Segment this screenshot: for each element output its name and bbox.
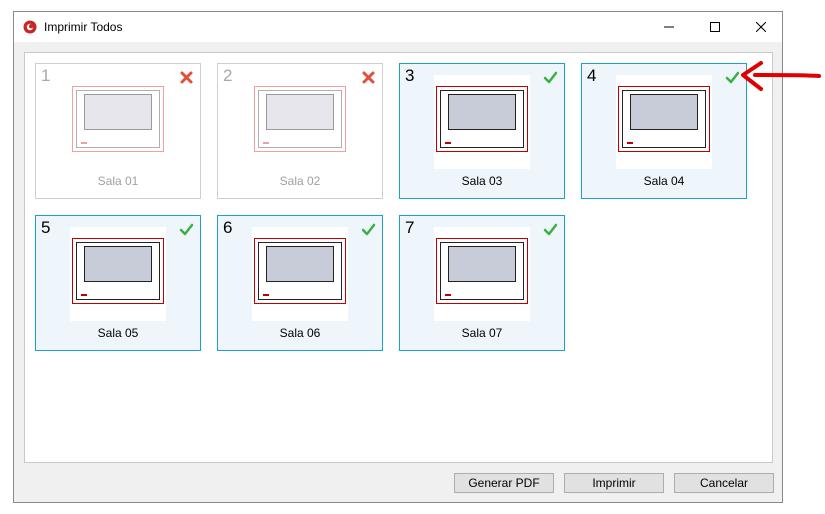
card-number: 2 bbox=[223, 66, 233, 85]
room-thumbnail bbox=[434, 75, 530, 169]
card-label: Sala 02 bbox=[279, 174, 321, 188]
checkmark-icon bbox=[179, 223, 194, 236]
card-number: 7 bbox=[405, 218, 415, 237]
card-label: Sala 04 bbox=[643, 174, 685, 188]
print-all-dialog: Imprimir Todos 1 Sala 01 2 Sala 02 3 Sal… bbox=[13, 11, 783, 503]
room-card-1[interactable]: 1 Sala 01 bbox=[35, 63, 201, 199]
title-bar: Imprimir Todos bbox=[14, 12, 782, 42]
card-label: Sala 06 bbox=[279, 326, 321, 340]
room-card-3[interactable]: 3 Sala 03 bbox=[399, 63, 565, 199]
room-thumbnail bbox=[252, 75, 348, 169]
room-card-2[interactable]: 2 Sala 02 bbox=[217, 63, 383, 199]
minimize-icon bbox=[664, 26, 674, 28]
minimize-button[interactable] bbox=[646, 12, 692, 42]
close-button[interactable] bbox=[738, 12, 784, 42]
card-number: 6 bbox=[223, 218, 233, 237]
card-label: Sala 07 bbox=[461, 326, 503, 340]
app-logo-icon bbox=[23, 20, 37, 34]
room-thumbnail bbox=[70, 227, 166, 321]
card-number: 1 bbox=[41, 66, 51, 85]
card-label: Sala 01 bbox=[97, 174, 139, 188]
room-thumbnail bbox=[616, 75, 712, 169]
rooms-grid: 1 Sala 01 2 Sala 02 3 Sala 03 4 Sala 04 … bbox=[24, 52, 773, 463]
checkmark-icon bbox=[543, 223, 558, 236]
room-card-7[interactable]: 7 Sala 07 bbox=[399, 215, 565, 351]
room-card-6[interactable]: 6 Sala 06 bbox=[217, 215, 383, 351]
card-label: Sala 05 bbox=[97, 326, 139, 340]
room-thumbnail bbox=[252, 227, 348, 321]
card-number: 5 bbox=[41, 218, 51, 237]
red-arrow-annotation-icon bbox=[741, 61, 821, 91]
checkmark-icon bbox=[543, 71, 558, 84]
cancel-button[interactable]: Cancelar bbox=[674, 473, 774, 493]
window-title: Imprimir Todos bbox=[44, 20, 123, 34]
maximize-icon bbox=[710, 22, 720, 32]
generate-pdf-button[interactable]: Generar PDF bbox=[454, 473, 554, 493]
close-icon bbox=[756, 22, 766, 32]
room-thumbnail bbox=[434, 227, 530, 321]
card-number: 3 bbox=[405, 66, 415, 85]
room-card-5[interactable]: 5 Sala 05 bbox=[35, 215, 201, 351]
print-button[interactable]: Imprimir bbox=[564, 473, 664, 493]
checkmark-icon bbox=[361, 223, 376, 236]
card-label: Sala 03 bbox=[461, 174, 503, 188]
maximize-button[interactable] bbox=[692, 12, 738, 42]
room-thumbnail bbox=[70, 75, 166, 169]
error-x-icon bbox=[362, 71, 375, 84]
card-number: 4 bbox=[587, 66, 597, 85]
error-x-icon bbox=[180, 71, 193, 84]
room-card-4[interactable]: 4 Sala 04 bbox=[581, 63, 747, 199]
